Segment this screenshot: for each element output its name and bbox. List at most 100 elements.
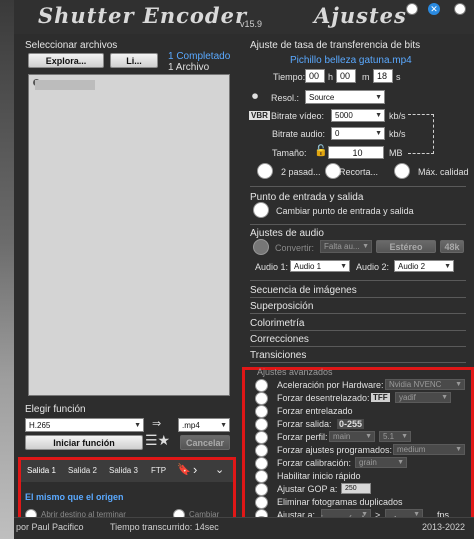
- gop-input[interactable]: 250: [341, 483, 371, 494]
- settings-title: Ajustes: [314, 3, 407, 28]
- hours-unit: h: [328, 72, 334, 82]
- app-window: Shutter Encoder v15.9 Ajustes ✕ Seleccio…: [0, 0, 474, 539]
- hw-accel-radio[interactable]: [255, 379, 268, 392]
- audio2-select[interactable]: Audio 2: [394, 260, 454, 272]
- minimize-button[interactable]: [406, 3, 418, 15]
- section-overlay[interactable]: Superposición: [250, 301, 313, 312]
- years-text: 2013-2022: [422, 522, 466, 532]
- tune-select[interactable]: grain: [355, 457, 407, 468]
- list-item[interactable]: [35, 80, 95, 90]
- hw-accel-select[interactable]: Nvidia NVENC: [385, 379, 465, 390]
- preset-radio[interactable]: [255, 444, 268, 457]
- close-button[interactable]: ✕: [428, 3, 440, 15]
- advanced-panel: Ajustes avanzados Aceleración por Hardwa…: [242, 367, 474, 529]
- section-image-sequence[interactable]: Secuencia de imágenes: [250, 285, 357, 296]
- tab-ftp[interactable]: FTP: [151, 466, 166, 475]
- profile-radio[interactable]: [255, 431, 268, 444]
- extension-select[interactable]: .mp4: [178, 418, 230, 432]
- divider: [250, 224, 466, 225]
- divider: [250, 280, 466, 281]
- sample-rate-button[interactable]: 48k: [440, 240, 464, 253]
- bookmark-icon[interactable]: 🔖: [177, 463, 191, 476]
- bitrate-title: Ajuste de tasa de transferencia de bits: [250, 40, 421, 51]
- divider: [250, 346, 466, 347]
- interlace-radio[interactable]: [255, 405, 268, 418]
- tff-badge[interactable]: TFF: [371, 393, 390, 402]
- cancel-button[interactable]: Cancelar: [180, 435, 230, 450]
- level-select[interactable]: 5.1: [379, 431, 411, 442]
- two-pass-radio[interactable]: [257, 163, 273, 179]
- deinterlace-label: Forzar desentrelazado:: [277, 393, 370, 403]
- resolution-select[interactable]: Source: [305, 90, 385, 104]
- seconds-input[interactable]: 18: [373, 69, 393, 83]
- size-label: Tamaño:: [272, 148, 307, 158]
- audio-bitrate-select[interactable]: 0: [331, 127, 385, 140]
- chevron-right-icon[interactable]: ›: [193, 462, 197, 477]
- maximize-button[interactable]: [454, 3, 466, 15]
- divider: [250, 330, 466, 331]
- file-list[interactable]: [28, 74, 230, 396]
- minutes-input[interactable]: 00: [336, 69, 356, 83]
- link-bracket: [408, 114, 434, 154]
- preset-select[interactable]: medium: [393, 444, 465, 455]
- function-title: Elegir función: [25, 404, 86, 415]
- audio1-select[interactable]: Audio 1: [290, 260, 350, 272]
- video-bitrate-label: Bitrate vídeo:: [271, 111, 325, 121]
- profile-select[interactable]: main: [329, 431, 375, 442]
- lock-icon[interactable]: 🔓: [314, 144, 328, 157]
- convert-select[interactable]: Falta au...: [320, 240, 372, 253]
- divider: [250, 186, 466, 187]
- video-bitrate-select[interactable]: 5000: [331, 109, 385, 122]
- minutes-unit: m: [362, 72, 370, 82]
- function-select[interactable]: H.265: [25, 418, 144, 432]
- seconds-unit: s: [396, 72, 401, 82]
- chevron-down-icon[interactable]: ⌄: [215, 463, 224, 476]
- gop-radio[interactable]: [255, 483, 268, 496]
- output-tab-bar: Salida 1 Salida 2 Salida 3 FTP 🔖 › ⌄: [21, 460, 233, 482]
- audio-bitrate-unit: kb/s: [389, 129, 406, 139]
- time-label: Tiempo:: [273, 72, 306, 82]
- start-button[interactable]: Iniciar función: [25, 435, 143, 450]
- divider: [250, 297, 466, 298]
- size-unit: MB: [389, 148, 403, 158]
- max-quality-radio[interactable]: [394, 163, 410, 179]
- same-as-source: El mismo que el origen: [25, 492, 124, 502]
- title-bar[interactable]: Shutter Encoder v15.9 Ajustes ✕: [14, 0, 474, 34]
- convert-audio-radio[interactable]: [253, 239, 269, 255]
- audio-title: Ajustes de audio: [250, 228, 324, 239]
- fast-start-label: Habilitar inicio rápido: [277, 471, 361, 481]
- hours-input[interactable]: 00: [305, 69, 325, 83]
- max-quality-label: Máx. calidad: [418, 167, 469, 177]
- inout-title: Punto de entrada y salida: [250, 192, 364, 203]
- browse-button[interactable]: Explora...: [28, 53, 104, 68]
- inout-radio[interactable]: [253, 202, 269, 218]
- tune-radio[interactable]: [255, 457, 268, 470]
- clear-button[interactable]: Li...: [110, 53, 158, 68]
- vbr-badge[interactable]: VBR: [249, 111, 270, 120]
- inout-label: Cambiar punto de entrada y salida: [276, 206, 414, 216]
- crop-label: Recorta...: [339, 167, 379, 177]
- queue-icon[interactable]: ☰★: [145, 432, 170, 449]
- section-colorimetry[interactable]: Colorimetría: [250, 318, 304, 329]
- size-input[interactable]: 10: [328, 146, 384, 159]
- tab-salida-2[interactable]: Salida 2: [68, 466, 97, 475]
- tune-label: Forzar calibración:: [277, 458, 352, 468]
- deinterlace-radio[interactable]: [255, 392, 268, 405]
- section-transitions[interactable]: Transiciones: [250, 350, 306, 361]
- section-corrections[interactable]: Correcciones: [250, 334, 309, 345]
- output-range[interactable]: 0-255: [337, 419, 365, 429]
- two-pass-label: 2 pasad...: [281, 167, 321, 177]
- tab-salida-1[interactable]: Salida 1: [27, 466, 56, 475]
- author-text: por Paul Pacifico: [16, 522, 84, 532]
- force-output-radio[interactable]: [255, 418, 268, 431]
- fast-start-radio[interactable]: [255, 470, 268, 483]
- deinterlace-select[interactable]: yadif: [395, 392, 451, 403]
- preset-label: Forzar ajustes programados:: [277, 445, 393, 455]
- remove-duplicates-radio[interactable]: [255, 496, 268, 509]
- stereo-button[interactable]: Estéreo: [376, 240, 436, 253]
- hw-accel-label: Aceleración por Hardware:: [277, 380, 384, 390]
- advanced-title: Ajustes avanzados: [257, 367, 333, 377]
- audio1-label: Audio 1:: [255, 262, 289, 272]
- tab-salida-3[interactable]: Salida 3: [109, 466, 138, 475]
- desktop-backdrop: [0, 0, 14, 539]
